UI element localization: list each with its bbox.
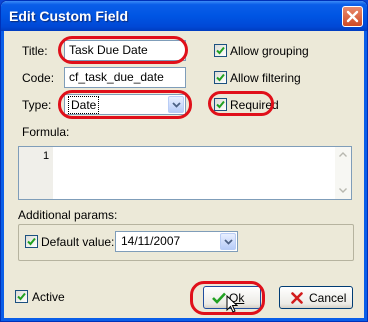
chevron-down-icon — [172, 102, 181, 108]
cancel-button-label: Cancel — [309, 291, 347, 305]
checkmark-icon — [212, 292, 226, 304]
type-dropdown-button[interactable] — [168, 96, 184, 113]
allow-grouping-label[interactable]: Allow grouping — [230, 44, 309, 58]
chevron-down-icon — [224, 239, 233, 245]
default-value-label[interactable]: Default value: — [41, 235, 114, 249]
default-value-date-picker[interactable]: 14/11/2007 — [115, 231, 238, 252]
title-bar[interactable]: Edit Custom Field — [1, 1, 367, 31]
line-number: 1 — [43, 150, 50, 162]
default-value-checkbox[interactable] — [25, 235, 38, 248]
required-checkbox[interactable] — [214, 98, 227, 111]
formula-scrollbar[interactable] — [335, 147, 351, 199]
checkmark-icon — [216, 100, 225, 109]
checkmark-icon — [216, 46, 225, 55]
code-label: Code: — [22, 71, 55, 85]
chevron-down-icon — [339, 188, 347, 193]
allow-filtering-label[interactable]: Allow filtering — [230, 71, 301, 85]
active-checkbox[interactable] — [15, 290, 28, 303]
additional-params-label: Additional params: — [18, 208, 118, 222]
type-select-value: Date — [68, 96, 100, 114]
formula-editor[interactable]: 1 — [18, 146, 352, 200]
scroll-down-button[interactable] — [336, 184, 350, 198]
checkmark-icon — [216, 73, 225, 82]
close-button[interactable] — [342, 6, 363, 27]
checkmark-icon — [27, 237, 36, 246]
default-value-date: 14/11/2007 — [121, 234, 181, 248]
mouse-cursor-icon — [226, 295, 238, 313]
type-select[interactable]: Date — [64, 94, 186, 115]
title-label: Title: — [22, 44, 48, 58]
required-label[interactable]: Required — [230, 98, 279, 112]
title-input[interactable]: Task Due Date — [64, 40, 186, 61]
type-label: Type: — [22, 98, 52, 112]
code-input[interactable]: cf_task_due_date — [64, 67, 186, 88]
close-icon — [346, 10, 359, 23]
window-frame-bottom — [1, 318, 367, 321]
window-frame-left — [1, 31, 4, 321]
formula-label: Formula: — [22, 125, 70, 139]
cancel-button[interactable]: Cancel — [279, 286, 353, 309]
active-label[interactable]: Active — [32, 290, 65, 304]
chevron-up-icon — [339, 152, 347, 157]
window-title: Edit Custom Field — [9, 8, 128, 24]
allow-filtering-checkbox[interactable] — [214, 71, 227, 84]
line-number-gutter: 1 — [19, 147, 53, 199]
dialog-window: Edit Custom Field Title: Code: Type: Tas… — [0, 0, 368, 322]
checkmark-icon — [17, 292, 26, 301]
window-frame-right — [364, 31, 367, 321]
scroll-up-button[interactable] — [336, 148, 350, 162]
date-dropdown-button[interactable] — [220, 233, 236, 250]
cancel-x-icon — [291, 292, 303, 304]
allow-grouping-checkbox[interactable] — [214, 44, 227, 57]
